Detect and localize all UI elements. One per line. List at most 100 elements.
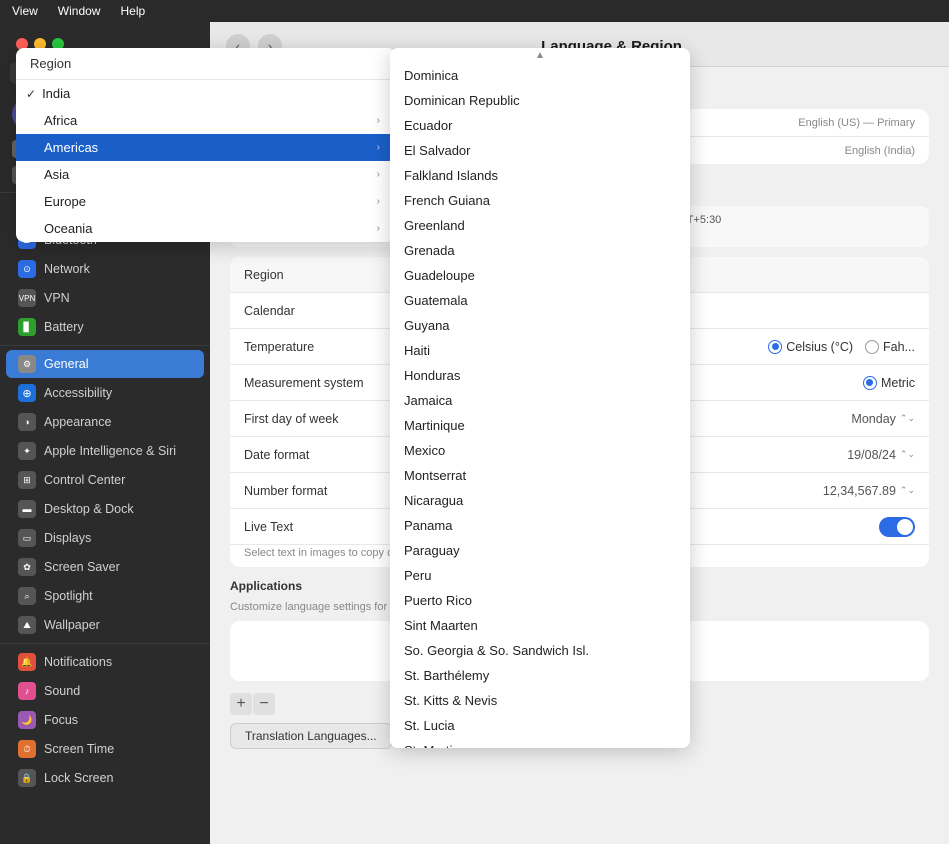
oceania-label: Oceania (44, 221, 377, 236)
measurement-radio[interactable] (863, 376, 877, 390)
americas-item[interactable]: St. Barthélemy (390, 663, 690, 688)
americas-item[interactable]: Grenada (390, 238, 690, 263)
americas-chevron-icon: › (377, 142, 380, 153)
region-americas-row[interactable]: Americas › (16, 134, 396, 161)
region-menu-title: Region (30, 56, 71, 71)
sidebar-item-label-appearance: Appearance (44, 415, 111, 429)
americas-item[interactable]: El Salvador (390, 138, 690, 163)
sidebar-item-label-accessibility: Accessibility (44, 386, 112, 400)
americas-item[interactable]: Nicaragua (390, 488, 690, 513)
sidebar-item-appearance[interactable]: ◑ Appearance (6, 408, 204, 436)
americas-item[interactable]: Guatemala (390, 288, 690, 313)
dateformat-stepper[interactable]: ⌃⌄ (900, 449, 915, 460)
sidebar-item-label-spotlight: Spotlight (44, 589, 93, 603)
region-menu-header: Region (16, 48, 396, 80)
sidebar-item-focus[interactable]: 🌙 Focus (6, 706, 204, 734)
americas-item[interactable]: St. Kitts & Nevis (390, 688, 690, 713)
sidebar-item-label-screen-saver: Screen Saver (44, 560, 120, 574)
sidebar-item-displays[interactable]: ▭ Displays (6, 524, 204, 552)
general-icon: ⚙ (18, 355, 36, 373)
network-icon: ⊙ (18, 260, 36, 278)
africa-chevron-icon: › (377, 115, 380, 126)
india-label: India (42, 86, 380, 101)
americas-item[interactable]: Dominican Republic (390, 88, 690, 113)
americas-item[interactable]: Haiti (390, 338, 690, 363)
americas-item[interactable]: So. Georgia & So. Sandwich Isl. (390, 638, 690, 663)
americas-item[interactable]: Sint Maarten (390, 613, 690, 638)
americas-item[interactable]: Puerto Rico (390, 588, 690, 613)
americas-submenu: ▲ DominicaDominican RepublicEcuadorEl Sa… (390, 48, 690, 748)
sidebar-item-desktop-dock[interactable]: ▬ Desktop & Dock (6, 495, 204, 523)
americas-item[interactable]: Guadeloupe (390, 263, 690, 288)
region-africa-row[interactable]: Africa › (16, 107, 396, 134)
translation-languages-button[interactable]: Translation Languages... (230, 723, 392, 749)
battery-icon: ▊ (18, 318, 36, 336)
americas-item[interactable]: Greenland (390, 213, 690, 238)
add-application-button[interactable]: + (230, 693, 252, 715)
sidebar-item-label-network: Network (44, 262, 90, 276)
sidebar-item-label-lock-screen: Lock Screen (44, 771, 113, 785)
dateformat-value: 19/08/24 (847, 448, 896, 462)
sidebar-item-battery[interactable]: ▊ Battery (6, 313, 204, 341)
sidebar-item-sound[interactable]: ♪ Sound (6, 677, 204, 705)
wallpaper-icon: ⛰ (18, 616, 36, 634)
menu-view[interactable]: View (12, 4, 38, 18)
americas-item[interactable]: Honduras (390, 363, 690, 388)
region-asia-row[interactable]: Asia › (16, 161, 396, 188)
firstday-stepper[interactable]: ⌃⌄ (900, 413, 915, 424)
fahrenheit-radio[interactable] (865, 340, 879, 354)
livetext-toggle[interactable] (879, 517, 915, 537)
sidebar-item-label-focus: Focus (44, 713, 78, 727)
europe-label: Europe (44, 194, 377, 209)
sidebar-item-network[interactable]: ⊙ Network (6, 255, 204, 283)
americas-item[interactable]: St. Martin (390, 738, 690, 748)
sidebar-item-label-control-center: Control Center (44, 473, 125, 487)
sidebar-item-lock-screen[interactable]: 🔒 Lock Screen (6, 764, 204, 792)
celsius-radio[interactable] (768, 340, 782, 354)
sidebar-item-label-displays: Displays (44, 531, 91, 545)
region-europe-row[interactable]: Europe › (16, 188, 396, 215)
americas-item[interactable]: Falkland Islands (390, 163, 690, 188)
sidebar-item-screen-saver[interactable]: ✿ Screen Saver (6, 553, 204, 581)
numberformat-stepper[interactable]: ⌃⌄ (900, 485, 915, 496)
fahrenheit-option[interactable]: Fah... (865, 340, 915, 354)
menu-help[interactable]: Help (120, 4, 145, 18)
sidebar-item-ai-siri[interactable]: ✦ Apple Intelligence & Siri (6, 437, 204, 465)
sidebar-item-notifications[interactable]: 🔔 Notifications (6, 648, 204, 676)
sidebar-item-label-general: General (44, 357, 88, 371)
asia-chevron-icon: › (377, 169, 380, 180)
sidebar-item-vpn[interactable]: VPN VPN (6, 284, 204, 312)
sidebar-item-control-center[interactable]: ⊞ Control Center (6, 466, 204, 494)
oceania-chevron-icon: › (377, 223, 380, 234)
measurement-value: Metric (881, 376, 915, 390)
americas-item[interactable]: Paraguay (390, 538, 690, 563)
americas-item[interactable]: Ecuador (390, 113, 690, 138)
europe-chevron-icon: › (377, 196, 380, 207)
americas-item[interactable]: Dominica (390, 63, 690, 88)
menu-window[interactable]: Window (58, 4, 101, 18)
sidebar-item-label-sound: Sound (44, 684, 80, 698)
displays-icon: ▭ (18, 529, 36, 547)
sidebar-item-accessibility[interactable]: ⊕ Accessibility (6, 379, 204, 407)
americas-item[interactable]: Guyana (390, 313, 690, 338)
region-oceania-row[interactable]: Oceania › (16, 215, 396, 242)
americas-item[interactable]: Mexico (390, 438, 690, 463)
americas-item[interactable]: St. Lucia (390, 713, 690, 738)
sidebar-item-screen-time[interactable]: ⏱ Screen Time (6, 735, 204, 763)
sidebar-item-spotlight[interactable]: ⌕ Spotlight (6, 582, 204, 610)
celsius-option[interactable]: Celsius (°C) (768, 340, 853, 354)
americas-item[interactable]: French Guiana (390, 188, 690, 213)
sidebar-item-wallpaper[interactable]: ⛰ Wallpaper (6, 611, 204, 639)
americas-item[interactable]: Montserrat (390, 463, 690, 488)
americas-item[interactable]: Panama (390, 513, 690, 538)
sidebar-item-general[interactable]: ⚙ General (6, 350, 204, 378)
language-detail-english-us: English (US) — Primary (798, 117, 915, 129)
desktop-dock-icon: ▬ (18, 500, 36, 518)
americas-item[interactable]: Martinique (390, 413, 690, 438)
sound-icon: ♪ (18, 682, 36, 700)
americas-item[interactable]: Peru (390, 563, 690, 588)
region-india-row[interactable]: ✓ India (16, 80, 396, 107)
remove-application-button[interactable]: − (253, 693, 275, 715)
accessibility-icon: ⊕ (18, 384, 36, 402)
americas-item[interactable]: Jamaica (390, 388, 690, 413)
